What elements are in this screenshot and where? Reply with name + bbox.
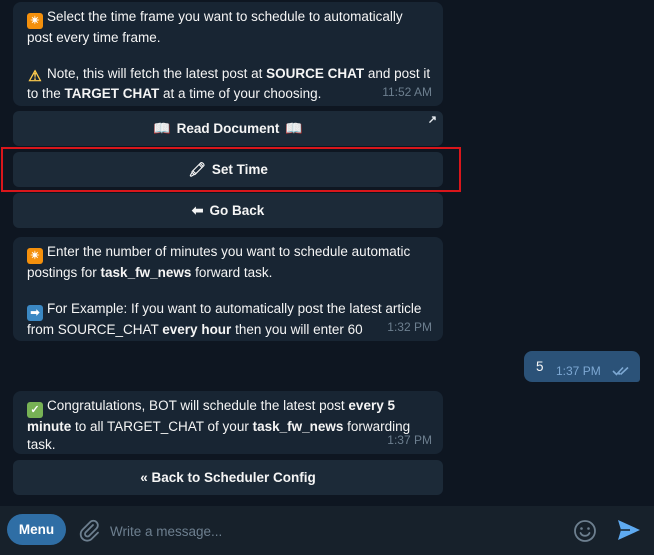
- message-timestamp: 1:37 PM: [556, 364, 601, 378]
- eight-pointed-star-icon: ✴: [27, 13, 43, 29]
- message-paragraph: ⚠ Note, this will fetch the latest post a…: [27, 65, 431, 103]
- message-bold-text: task_fw_news: [100, 265, 192, 280]
- highlight-frame: [1, 147, 461, 192]
- message-bold-text: SOURCE CHAT: [266, 66, 365, 81]
- read-document-button[interactable]: 📖 Read Document 📖 ↗: [13, 111, 443, 146]
- message-bold-text: every hour: [162, 322, 232, 337]
- menu-button[interactable]: Menu: [7, 514, 66, 545]
- chat-area: ✴ Select the time frame you want to sched…: [0, 0, 654, 506]
- double-check-icon: [612, 363, 630, 381]
- warning-icon: ⚠: [28, 68, 42, 85]
- message-text: Congratulations, BOT will schedule the l…: [47, 398, 349, 413]
- eight-pointed-star-icon: ✴: [27, 248, 43, 264]
- send-icon[interactable]: [617, 519, 641, 546]
- external-link-icon: ↗: [427, 114, 437, 126]
- back-to-scheduler-config-button[interactable]: « Back to Scheduler Config: [13, 460, 443, 495]
- back-arrow-icon: ⬅: [191, 202, 204, 218]
- message-paragraph: ✴ Select the time frame you want to sched…: [27, 8, 431, 47]
- message-paragraph: ➡ For Example: If you want to automatical…: [27, 300, 431, 339]
- message-bold-text: task_fw_news: [252, 419, 344, 434]
- message-bold-text: TARGET CHAT: [64, 86, 160, 101]
- message-text: Note, this will fetch the latest post at: [47, 66, 267, 81]
- message-input[interactable]: [108, 518, 552, 544]
- outgoing-message-bubble: 5 1:37 PM: [524, 351, 640, 382]
- paperclip-icon[interactable]: [78, 518, 100, 547]
- message-paragraph: ✓ Congratulations, BOT will schedule the …: [27, 397, 431, 454]
- right-arrow-icon: ➡: [27, 305, 43, 321]
- message-text: at a time of your choosing.: [159, 86, 322, 101]
- button-label: « Back to Scheduler Config: [140, 470, 316, 485]
- message-bubble-minutes: ✴ Enter the number of minutes you want to…: [13, 237, 443, 341]
- message-composer: Menu: [0, 506, 654, 555]
- message-text: forward task.: [191, 265, 273, 280]
- message-timestamp: 11:52 AM: [382, 85, 432, 99]
- check-mark-icon: ✓: [27, 402, 43, 418]
- message-text: Select the time frame you want to schedu…: [27, 9, 403, 45]
- button-label: Read Document: [176, 121, 280, 136]
- emoji-icon[interactable]: [573, 519, 597, 548]
- message-paragraph: ✴ Enter the number of minutes you want to…: [27, 243, 431, 282]
- message-text: then you will enter 60: [231, 322, 363, 337]
- message-text: to all TARGET_CHAT of your: [71, 419, 253, 434]
- book-icon: 📖: [153, 120, 171, 136]
- message-text: 5: [536, 359, 544, 374]
- message-timestamp: 1:32 PM: [387, 320, 432, 334]
- message-bubble-time-frame: ✴ Select the time frame you want to sched…: [13, 2, 443, 106]
- go-back-button[interactable]: ⬅ Go Back: [13, 193, 443, 228]
- book-icon: 📖: [285, 120, 303, 136]
- button-label: Go Back: [209, 203, 265, 218]
- message-bubble-congratulations: ✓ Congratulations, BOT will schedule the …: [13, 391, 443, 454]
- message-timestamp: 1:37 PM: [387, 433, 432, 447]
